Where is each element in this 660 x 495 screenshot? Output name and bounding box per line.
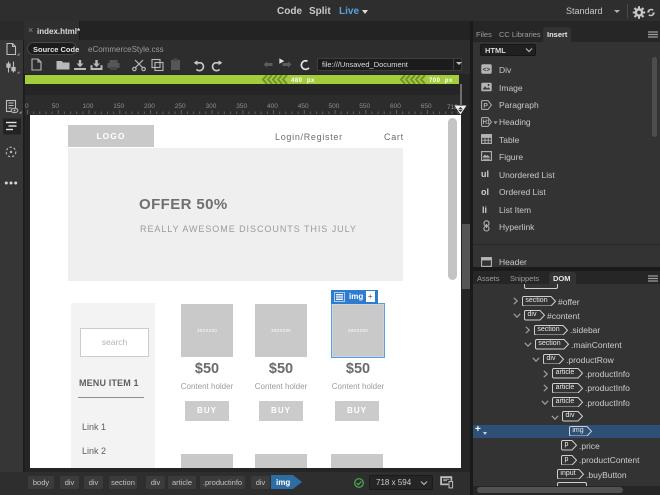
svg-text:700 px: 700 px: [429, 78, 453, 84]
svg-text:H1: H1: [483, 120, 491, 126]
svg-text:600: 600: [390, 103, 401, 110]
svg-text:300: 300: [206, 103, 217, 110]
svg-text:480 px: 480 px: [291, 78, 315, 84]
svg-text:P: P: [483, 102, 488, 109]
svg-text:<>: <>: [483, 67, 491, 74]
svg-text:200: 200: [144, 103, 155, 110]
svg-text:250: 250: [175, 103, 186, 110]
svg-text:550: 550: [359, 103, 370, 110]
svg-text:100: 100: [83, 103, 94, 110]
svg-text:450: 450: [298, 103, 309, 110]
svg-text:150: 150: [113, 103, 124, 110]
svg-text:500: 500: [329, 103, 340, 110]
svg-text:50: 50: [52, 103, 60, 110]
svg-text:400: 400: [267, 103, 278, 110]
svg-text:0: 0: [25, 103, 29, 110]
svg-text:350: 350: [236, 103, 247, 110]
svg-text:650: 650: [421, 103, 432, 110]
svg-text:img: img: [276, 478, 290, 487]
